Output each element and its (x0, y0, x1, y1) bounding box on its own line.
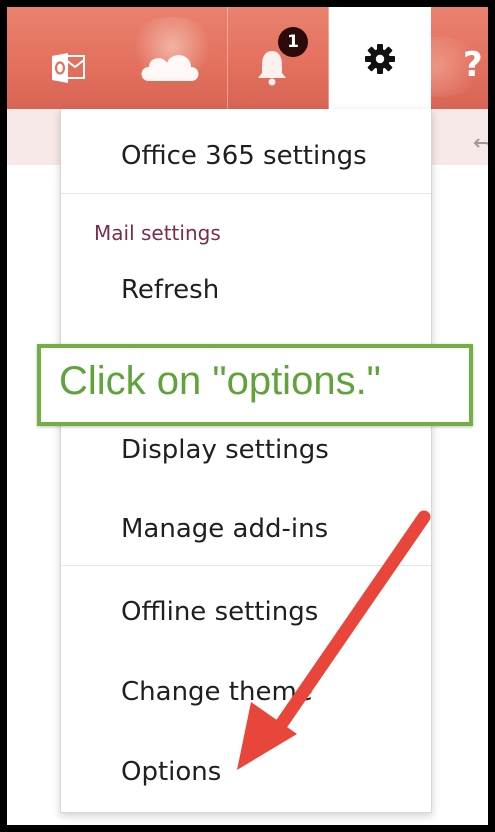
notification-badge: 1 (278, 27, 308, 57)
header-bar: 1 ? (7, 7, 488, 109)
menu-item-display-settings[interactable]: Display settings (121, 435, 329, 465)
menu-section-mail-settings: Mail settings (94, 221, 221, 245)
menu-item-office-365-settings[interactable]: Office 365 settings (121, 141, 367, 171)
callout-text: Click on "options." (59, 359, 381, 403)
undo-icon[interactable] (473, 135, 488, 155)
settings-dropdown-menu: Office 365 settings Mail settings Refres… (60, 109, 432, 813)
outlook-icon[interactable] (52, 52, 86, 84)
onedrive-cloud-icon[interactable] (137, 45, 203, 85)
app-window: 1 ? Office 365 settings Mail settings Re… (7, 7, 488, 825)
settings-button[interactable] (329, 7, 431, 109)
menu-item-refresh[interactable]: Refresh (121, 275, 219, 305)
menu-item-manage-add-ins[interactable]: Manage add-ins (121, 514, 328, 544)
menu-item-change-theme[interactable]: Change theme (121, 677, 313, 707)
menu-divider (61, 193, 431, 194)
help-icon[interactable]: ? (463, 45, 488, 85)
header-divider (227, 7, 228, 109)
menu-item-offline-settings[interactable]: Offline settings (121, 597, 318, 627)
menu-item-options[interactable]: Options (121, 757, 221, 787)
gear-icon (365, 44, 395, 74)
menu-divider (61, 565, 431, 566)
instruction-callout: Click on "options." (37, 344, 473, 426)
